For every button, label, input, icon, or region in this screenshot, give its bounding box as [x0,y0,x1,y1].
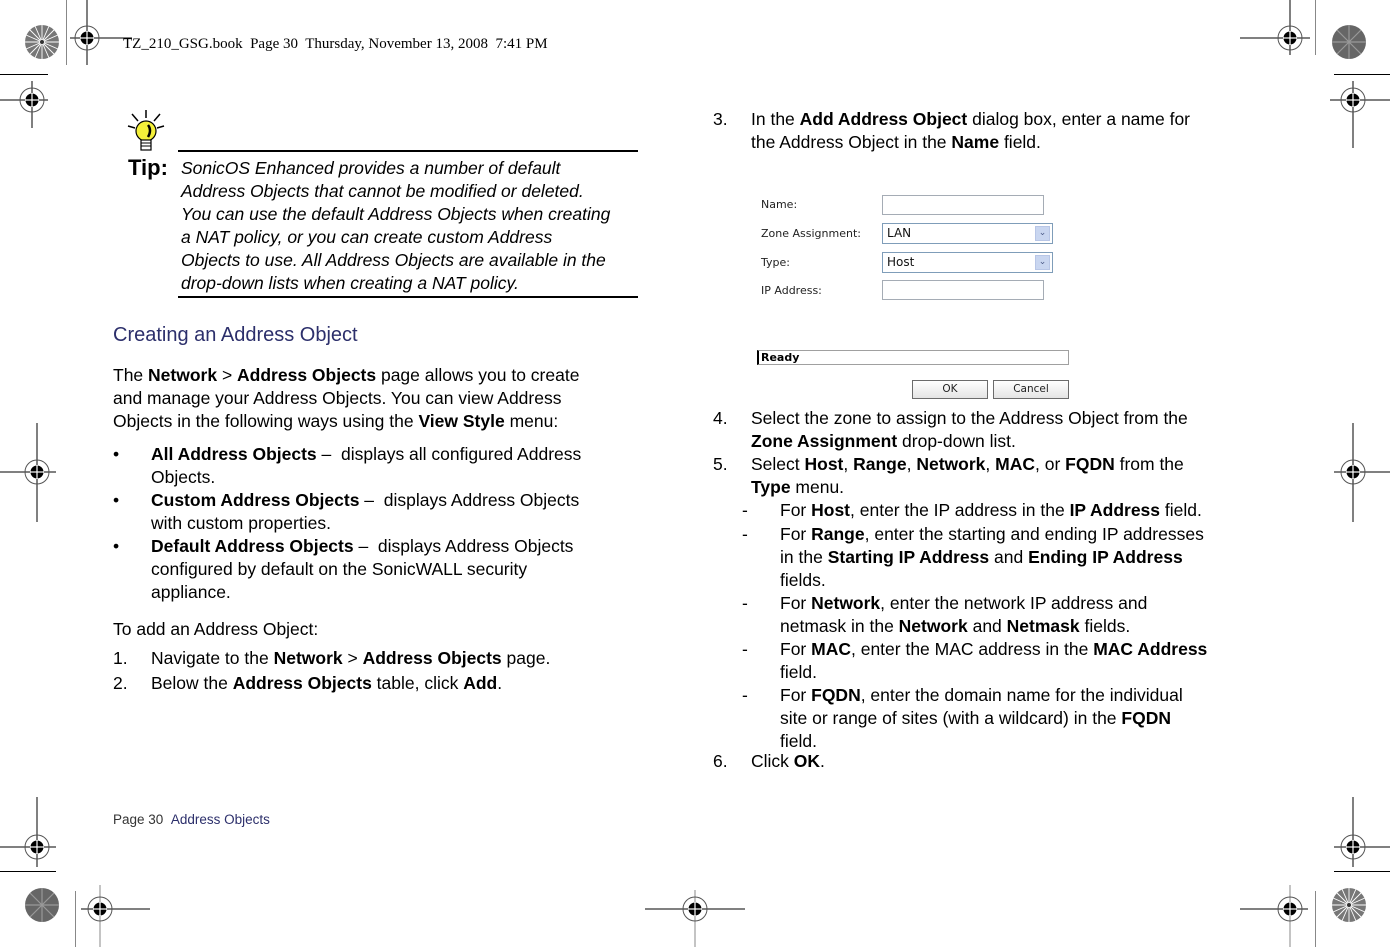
crosshair-mark-icon [81,885,150,947]
crosshair-mark-icon [0,81,48,128]
page-number: Page 30 [113,812,164,827]
tip-line: a NAT policy, or you can create custom A… [181,227,553,247]
footer-section-title: Address Objects [170,812,270,827]
crosshair-mark-icon [1240,0,1310,55]
zone-assignment-value: LAN [887,226,912,240]
tip-line: drop-down lists when creating a NAT poli… [181,273,519,293]
ip-address-label: IP Address: [761,284,822,297]
crosshair-mark-icon [645,890,745,947]
sub-step-network: - For Network, enter the network IP addr… [742,593,1148,636]
step-6: 6. Click OK. [713,751,825,771]
crosshair-mark-icon [1334,797,1390,867]
print-slug: TZ_210_GSG.book Page 30 Thursday, Novemb… [123,36,548,52]
registration-starburst-icon [25,25,59,59]
to-add-intro: To add an Address Object: [113,619,319,639]
step-3: 3. In the Add Address Object dialog box,… [713,109,1191,152]
page-footer: Page 30 Address Objects [113,812,270,827]
sub-step-range: - For Range, enter the starting and endi… [742,524,1204,590]
tip-line: SonicOS Enhanced provides a number of de… [181,158,561,178]
sub-step-host: - For Host, enter the IP address in the … [742,500,1202,520]
ip-address-field[interactable] [882,280,1044,300]
type-select[interactable]: Host ⌄ [882,252,1053,273]
crosshair-mark-icon [1330,81,1390,148]
section-heading: Creating an Address Object [113,324,358,346]
cancel-button[interactable]: Cancel [993,380,1069,399]
list-item: • Default Address Objects – displays Add… [113,536,574,602]
chevron-down-icon[interactable]: ⌄ [1035,226,1050,241]
name-field[interactable] [882,195,1044,215]
tip-label: Tip: [128,155,168,180]
step-2: 2. Below the Address Objects table, clic… [113,673,503,693]
type-value: Host [887,255,915,269]
tip-top-rule [178,150,638,152]
add-address-object-dialog: Name: Zone Assignment: LAN ⌄ Type: Host … [750,185,1080,405]
sub-step-mac: - For MAC, enter the MAC address in the … [742,639,1208,682]
crosshair-mark-icon [70,0,132,65]
registration-starburst-icon [25,888,59,922]
tip-bottom-rule [178,296,638,298]
zone-assignment-select[interactable]: LAN ⌄ [882,223,1053,244]
ok-button[interactable]: OK [912,380,988,399]
chevron-down-icon[interactable]: ⌄ [1035,255,1050,270]
crosshair-mark-icon [1334,423,1390,522]
intro-paragraph: The Network > Address Objects page allow… [113,365,580,431]
list-item: • All Address Objects – displays all con… [113,444,582,487]
step-1: 1. Navigate to the Network > Address Obj… [113,648,551,668]
tip-line: Address Objects that cannot be modified … [181,181,584,201]
list-item: • Custom Address Objects – displays Addr… [113,490,580,533]
status-bar: Ready [757,350,1069,365]
crosshair-mark-icon [0,423,56,522]
crosshair-mark-icon [0,797,56,867]
registration-starburst-icon [1332,25,1366,59]
step-5: 5. Select Host, Range, Network, MAC, or … [713,453,1253,753]
name-label: Name: [761,198,798,211]
registration-starburst-icon [1332,888,1366,922]
tip-line: Objects to use. All Address Objects are … [181,250,606,270]
tip-line: You can use the default Address Objects … [181,204,611,224]
step-4: 4. Select the zone to assign to the Addr… [713,408,1188,451]
zone-assignment-label: Zone Assignment: [761,227,861,240]
type-label: Type: [761,256,790,269]
tip-text: SonicOS Enhanced provides a number of de… [181,157,641,295]
view-style-list: • All Address Objects – displays all con… [113,443,633,604]
crosshair-mark-icon [1240,885,1308,947]
sub-step-fqdn: - For FQDN, enter the domain name for th… [742,685,1183,751]
